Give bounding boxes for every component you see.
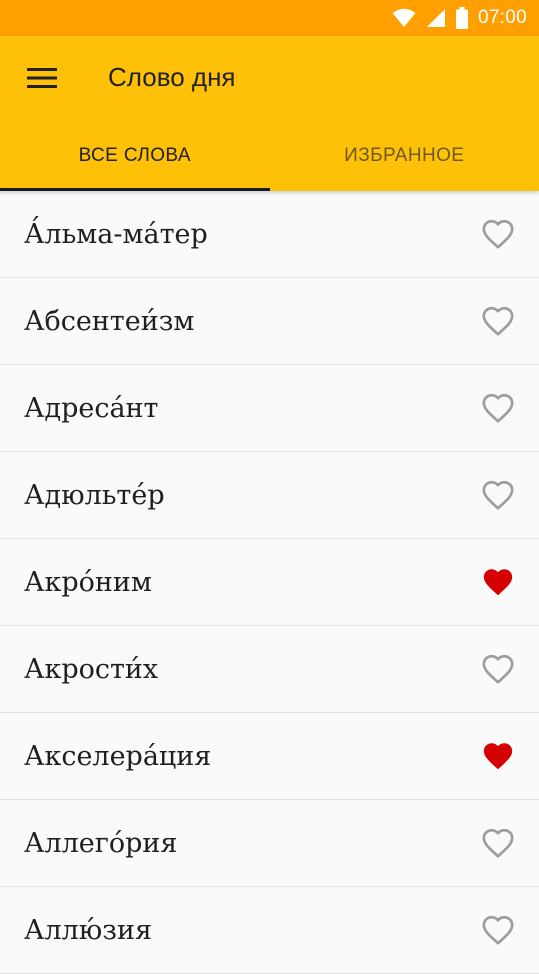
word-row[interactable]: Акселера́ция	[0, 713, 539, 800]
heart-filled-icon	[481, 739, 515, 773]
word-label: Адреса́нт	[24, 393, 159, 424]
heart-outline-icon	[481, 478, 515, 512]
menu-button[interactable]	[18, 58, 66, 102]
tab-favorites[interactable]: ИЗБРАННОЕ	[270, 121, 539, 191]
signal-icon	[426, 8, 446, 28]
word-label: Абсентеи́зм	[24, 306, 194, 337]
heart-filled-icon	[481, 565, 515, 599]
word-row[interactable]: Акрости́х	[0, 626, 539, 713]
word-label: Аллю́зия	[24, 915, 152, 946]
favorite-button[interactable]	[481, 304, 515, 338]
word-row[interactable]: Адюльте́р	[0, 452, 539, 539]
tab-bar: ВСЕ СЛОВА ИЗБРАННОЕ	[0, 121, 539, 191]
word-row[interactable]: Акро́ним	[0, 539, 539, 626]
status-time: 07:00	[478, 7, 527, 29]
word-label: Аллего́рия	[24, 828, 177, 859]
heart-outline-icon	[481, 217, 515, 251]
favorite-button[interactable]	[481, 217, 515, 251]
heart-outline-icon	[481, 391, 515, 425]
favorite-button[interactable]	[481, 478, 515, 512]
favorite-button[interactable]	[481, 826, 515, 860]
favorite-button[interactable]	[481, 652, 515, 686]
app-bar: Слово дня ВСЕ СЛОВА ИЗБРАННОЕ	[0, 36, 539, 191]
word-label: Акро́ним	[24, 567, 152, 598]
tab-all-words-label: ВСЕ СЛОВА	[79, 145, 191, 167]
heart-outline-icon	[481, 913, 515, 947]
word-row[interactable]: Аллю́зия	[0, 887, 539, 974]
word-row[interactable]: Абсентеи́зм	[0, 278, 539, 365]
wifi-icon	[392, 8, 416, 28]
heart-outline-icon	[481, 826, 515, 860]
word-row[interactable]: Адреса́нт	[0, 365, 539, 452]
tab-all-words[interactable]: ВСЕ СЛОВА	[0, 121, 270, 191]
word-label: Акрости́х	[24, 654, 158, 685]
favorite-button[interactable]	[481, 565, 515, 599]
favorite-button[interactable]	[481, 913, 515, 947]
favorite-button[interactable]	[481, 391, 515, 425]
word-label: Адюльте́р	[24, 480, 165, 511]
tab-favorites-label: ИЗБРАННОЕ	[344, 145, 464, 167]
word-list: А́льма-ма́тер Абсентеи́зм Адреса́нт Адюльте…	[0, 191, 539, 974]
word-row[interactable]: А́льма-ма́тер	[0, 191, 539, 278]
word-row[interactable]: Аллего́рия	[0, 800, 539, 887]
word-label: Акселера́ция	[24, 741, 211, 772]
word-label: А́льма-ма́тер	[24, 219, 208, 250]
status-bar: 07:00	[0, 0, 539, 36]
heart-outline-icon	[481, 304, 515, 338]
battery-icon	[456, 7, 468, 29]
app-title: Слово дня	[108, 62, 236, 93]
hamburger-menu-icon	[27, 67, 57, 94]
favorite-button[interactable]	[481, 739, 515, 773]
heart-outline-icon	[481, 652, 515, 686]
tab-indicator	[0, 188, 270, 191]
